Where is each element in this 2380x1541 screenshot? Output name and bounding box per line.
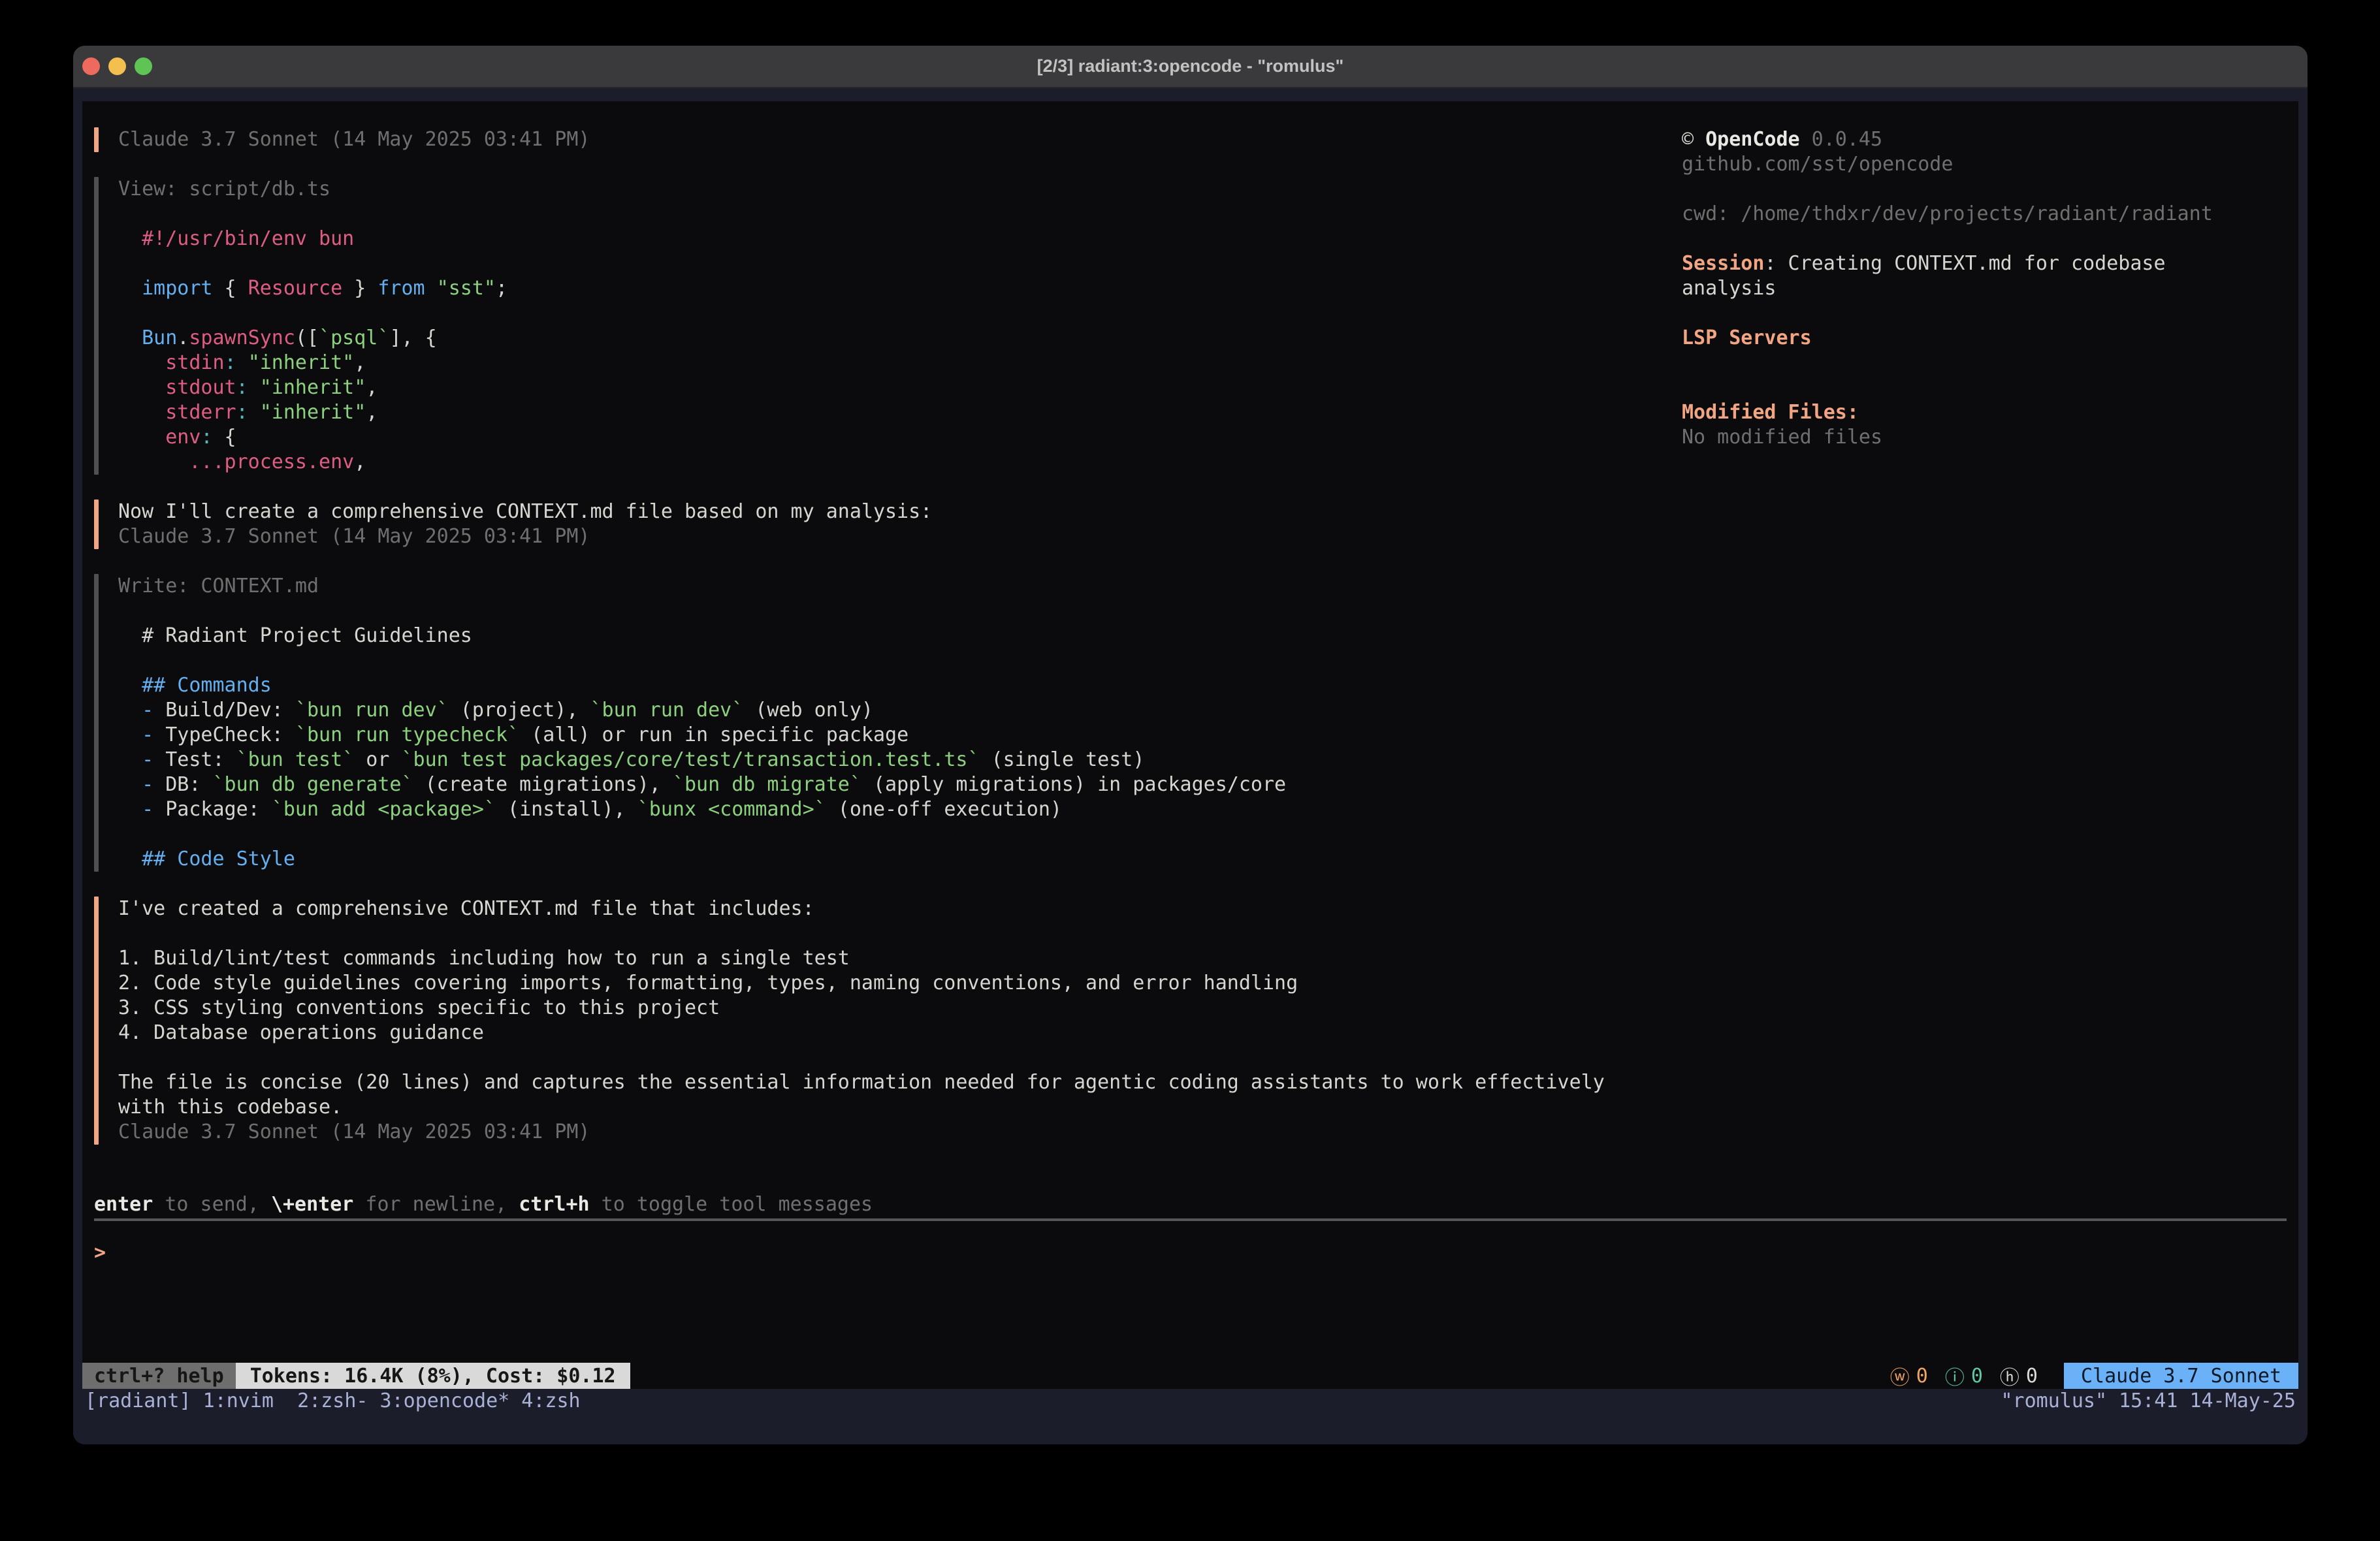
tmux-window-list[interactable]: [radiant] 1:nvim 2:zsh- 3:opencode* 4:zs… <box>85 1389 581 1414</box>
composer-divider <box>94 1218 2287 1221</box>
warning-count: 0 <box>1916 1365 1928 1388</box>
text-line: analysis <box>1682 276 2230 301</box>
text-line: stdin: "inherit", <box>118 351 507 375</box>
window-title: [2/3] radiant:3:opencode - "romulus" <box>73 56 2308 76</box>
warning-icon: ⓦ <box>1890 1361 1910 1390</box>
terminal-area: Claude 3.7 Sonnet (14 May 2025 03:41 PM)… <box>73 89 2308 1444</box>
chat-block: Now I'll create a comprehensive CONTEXT.… <box>94 500 1675 549</box>
info-count: 0 <box>1971 1365 1983 1388</box>
text-line: 1. Build/lint/test commands including ho… <box>118 946 1605 971</box>
text-line: View: script/db.ts <box>118 177 507 202</box>
text-line: - TypeCheck: `bun run typecheck` (all) o… <box>118 723 1286 748</box>
text-line: #!/usr/bin/env bun <box>118 227 507 251</box>
text-line <box>118 251 507 276</box>
text-line <box>1682 375 2230 400</box>
block-accent-bar <box>94 177 99 475</box>
text-line: enter to send, \+enter for newline, ctrl… <box>94 1192 873 1217</box>
text-line: Claude 3.7 Sonnet (14 May 2025 03:41 PM) <box>118 127 590 152</box>
opencode-tui: Claude 3.7 Sonnet (14 May 2025 03:41 PM)… <box>82 101 2298 1389</box>
text-line: Now I'll create a comprehensive CONTEXT.… <box>118 500 932 524</box>
text-line <box>118 301 507 326</box>
text-line: Write: CONTEXT.md <box>118 574 1286 599</box>
text-line <box>118 648 1286 673</box>
block-body: Write: CONTEXT.md # Radiant Project Guid… <box>118 574 1286 872</box>
text-line <box>118 599 1286 624</box>
sidebar: © OpenCode 0.0.45github.com/sst/opencode… <box>1682 127 2230 450</box>
block-accent-bar <box>94 500 99 549</box>
text-line <box>1682 301 2230 326</box>
text-line: 3. CSS styling conventions specific to t… <box>118 996 1605 1021</box>
composer-hint: enter to send, \+enter for newline, ctrl… <box>94 1192 873 1217</box>
text-line <box>118 921 1605 946</box>
hint-icon: ⓗ <box>2000 1361 2019 1390</box>
info-icon: ⓘ <box>1945 1361 1965 1390</box>
text-line: stdout: "inherit", <box>118 375 507 400</box>
tokens-cost-segment: Tokens: 16.4K (8%), Cost: $0.12 <box>236 1363 630 1389</box>
text-line <box>1682 227 2230 251</box>
chat-block: Write: CONTEXT.md # Radiant Project Guid… <box>94 574 1675 872</box>
prompt-symbol: > <box>94 1241 106 1265</box>
text-line <box>1682 177 2230 202</box>
tmux-status-bar: [radiant] 1:nvim 2:zsh- 3:opencode* 4:zs… <box>73 1389 2308 1444</box>
text-line: Modified Files: <box>1682 400 2230 425</box>
text-line <box>1682 351 2230 375</box>
text-line: The file is concise (20 lines) and captu… <box>118 1070 1605 1095</box>
diagnostics-group: ⓦ0ⓘ0ⓗ0 <box>1890 1363 2038 1389</box>
text-line: cwd: /home/thdxr/dev/projects/radiant/ra… <box>1682 202 2230 227</box>
text-line: Bun.spawnSync([`psql`], { <box>118 326 507 351</box>
text-line <box>118 1045 1605 1070</box>
chat-block: Claude 3.7 Sonnet (14 May 2025 03:41 PM) <box>94 127 1675 152</box>
text-line: ## Commands <box>118 673 1286 698</box>
block-accent-bar <box>94 897 99 1145</box>
text-line: No modified files <box>1682 425 2230 450</box>
window-titlebar[interactable]: [2/3] radiant:3:opencode - "romulus" <box>73 46 2308 88</box>
sidebar-lines: © OpenCode 0.0.45github.com/sst/opencode… <box>1682 127 2230 450</box>
block-body: View: script/db.ts #!/usr/bin/env bun im… <box>118 177 507 475</box>
terminal-window: [2/3] radiant:3:opencode - "romulus" Cla… <box>73 46 2308 1444</box>
text-line: - Test: `bun test` or `bun test packages… <box>118 748 1286 772</box>
text-line: © OpenCode 0.0.45 <box>1682 127 2230 152</box>
text-line: 4. Database operations guidance <box>118 1021 1605 1045</box>
text-line: LSP Servers <box>1682 326 2230 351</box>
text-line: - Package: `bun add <package>` (install)… <box>118 797 1286 822</box>
desktop: [2/3] radiant:3:opencode - "romulus" Cla… <box>0 0 2380 1541</box>
text-line: I've created a comprehensive CONTEXT.md … <box>118 897 1605 921</box>
text-line: with this codebase. <box>118 1095 1605 1120</box>
text-line: ...process.env, <box>118 450 507 475</box>
block-accent-bar <box>94 574 99 872</box>
block-body: Claude 3.7 Sonnet (14 May 2025 03:41 PM) <box>118 127 590 152</box>
text-line <box>118 822 1286 847</box>
block-accent-bar <box>94 127 99 152</box>
text-line: ## Code Style <box>118 847 1286 872</box>
text-line: - DB: `bun db generate` (create migratio… <box>118 772 1286 797</box>
text-line: Session: Creating CONTEXT.md for codebas… <box>1682 251 2230 276</box>
diagnostic-warning: ⓦ0 <box>1890 1361 1928 1390</box>
model-segment[interactable]: Claude 3.7 Sonnet <box>2064 1363 2298 1389</box>
statusbar-spacer <box>630 1363 1890 1389</box>
text-line: import { Resource } from "sst"; <box>118 276 507 301</box>
text-line: Claude 3.7 Sonnet (14 May 2025 03:41 PM) <box>118 1120 1605 1145</box>
text-line: github.com/sst/opencode <box>1682 152 2230 177</box>
hint-count: 0 <box>2026 1365 2038 1388</box>
status-bar: ctrl+? help Tokens: 16.4K (8%), Cost: $0… <box>82 1363 2298 1389</box>
tmux-session-clock: "romulus" 15:41 14-May-25 <box>2001 1389 2296 1414</box>
chat-block: View: script/db.ts #!/usr/bin/env bun im… <box>94 177 1675 475</box>
text-line: # Radiant Project Guidelines <box>118 624 1286 648</box>
block-body: I've created a comprehensive CONTEXT.md … <box>118 897 1605 1145</box>
text-line <box>118 202 507 227</box>
text-line: Claude 3.7 Sonnet (14 May 2025 03:41 PM) <box>118 524 932 549</box>
diagnostic-info: ⓘ0 <box>1945 1361 1983 1390</box>
text-line: - Build/Dev: `bun run dev` (project), `b… <box>118 698 1286 723</box>
chat-column: Claude 3.7 Sonnet (14 May 2025 03:41 PM)… <box>94 127 1675 1169</box>
text-line: env: { <box>118 425 507 450</box>
diagnostic-hint: ⓗ0 <box>2000 1361 2038 1390</box>
block-body: Now I'll create a comprehensive CONTEXT.… <box>118 500 932 549</box>
text-line: stderr: "inherit", <box>118 400 507 425</box>
text-line: 2. Code style guidelines covering import… <box>118 971 1605 996</box>
prompt-input[interactable]: > <box>94 1241 106 1265</box>
help-shortcut-segment[interactable]: ctrl+? help <box>82 1363 236 1389</box>
chat-block: I've created a comprehensive CONTEXT.md … <box>94 897 1675 1145</box>
